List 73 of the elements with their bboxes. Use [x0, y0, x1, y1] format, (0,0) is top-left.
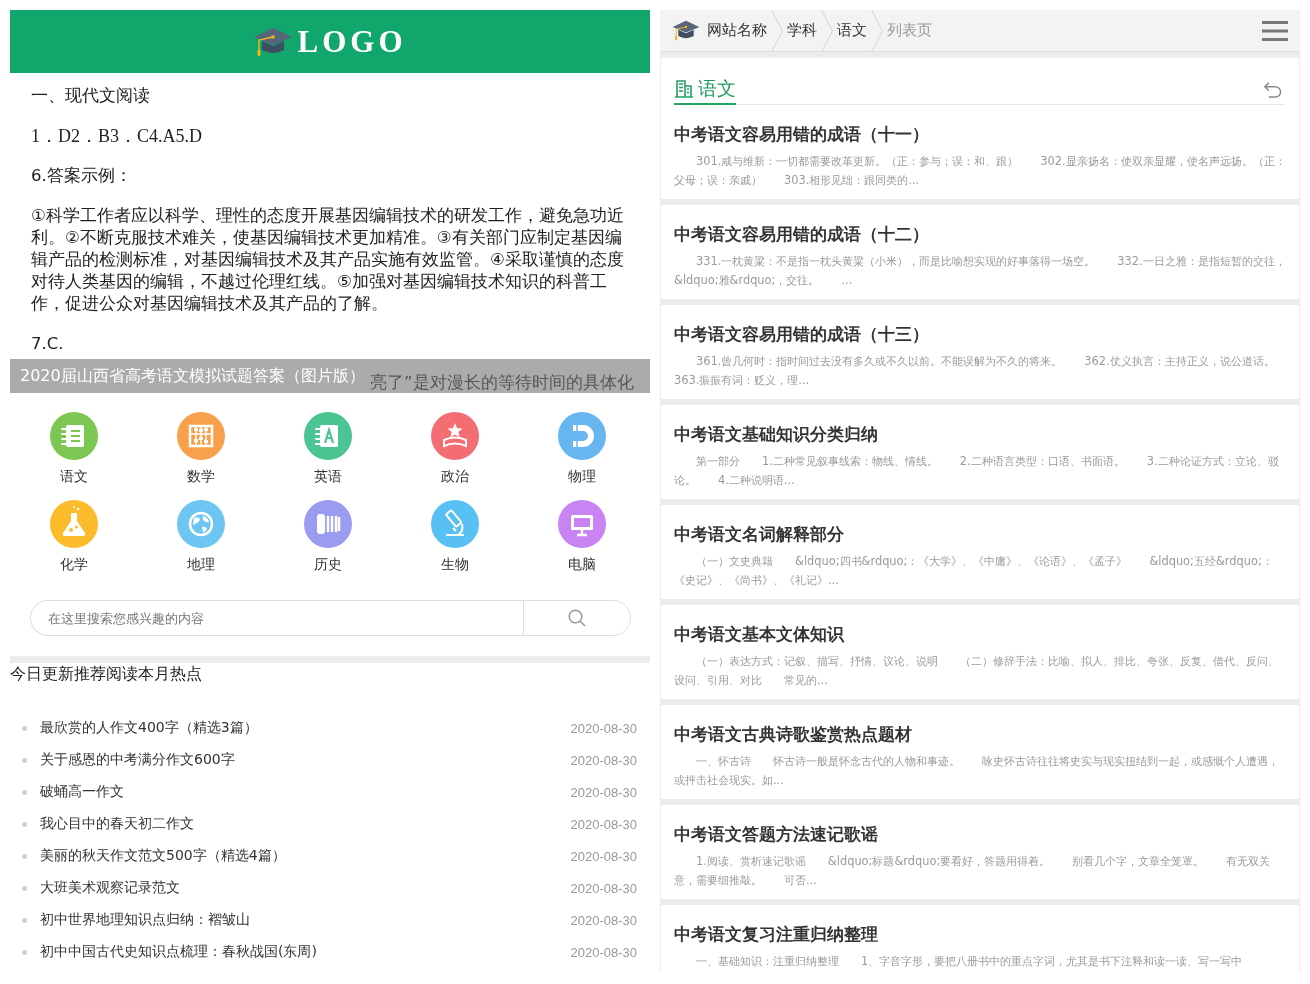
breadcrumb-link[interactable]: 语文	[837, 21, 867, 40]
bullet-icon	[22, 917, 27, 923]
logo-text: LOGO	[297, 23, 407, 60]
bullet-icon	[22, 757, 27, 763]
section-title: 语文	[698, 76, 736, 100]
article-link[interactable]: 我心目中的春天初二作文	[40, 815, 194, 833]
subject-link[interactable]: 数学	[137, 412, 264, 500]
article-link[interactable]: 关于感恩的中考满分作文600字	[40, 751, 235, 769]
date-text: 2020-08-30	[570, 880, 637, 896]
graduation-cap-icon	[672, 20, 700, 41]
date-text: 2020-08-30	[570, 720, 637, 736]
subject-link[interactable]: 生物	[391, 500, 518, 588]
article-excerpt: 331.一枕黄粱：不是指一枕头黄粱（小米），而是比喻想实现的好事落得一场空。 332.一日之雅：是指短暂的交往，&ldquo;雅&rdquo;，交往。 ...	[674, 253, 1287, 289]
document-text: 1．D2．B3．C4.A5.D	[31, 125, 203, 147]
document-text: 亮了”是对漫长的等待时间的具体化	[370, 373, 634, 393]
search-icon	[568, 609, 586, 627]
date-text: 2020-08-30	[570, 784, 637, 800]
breadcrumb-current: 列表页	[887, 21, 932, 40]
article-excerpt: 一、怀古诗 怀古诗一般是怀念古代的人物和事迹。 咏史怀古诗往往将史实与现实扭结到一起，或感慨个人遭遇，或抨击社会现实。如...	[674, 753, 1280, 789]
subject-link[interactable]: 化学	[10, 500, 137, 588]
article-link[interactable]: 初中中国古代史知识点梳理：春秋战国(东周)	[40, 943, 317, 961]
subject-link[interactable]: 历史	[264, 500, 391, 588]
article-link[interactable]: 破蛹高一作文	[40, 783, 124, 801]
subject-link[interactable]: 英语	[264, 412, 391, 500]
document-text: 7.C.	[31, 333, 65, 355]
breadcrumb-link[interactable]: 网站名称	[707, 21, 767, 40]
article-title-link[interactable]: 中考语文基础知识分类归纳	[674, 424, 1289, 446]
subject-link[interactable]: 语文	[10, 412, 137, 500]
bullet-icon	[22, 725, 27, 731]
date-text: 2020-08-30	[570, 912, 637, 928]
article-title-link[interactable]: 中考语文名词解释部分	[674, 524, 1289, 546]
search-input[interactable]: 在这里搜索您感兴趣的内容	[30, 600, 523, 636]
article-title-link[interactable]: 中考语文答题方法速记歌谣	[674, 824, 1289, 846]
building-icon	[674, 78, 694, 98]
date-text: 2020-08-30	[570, 752, 637, 768]
article-title-link[interactable]: 中考语文基本文体知识	[674, 624, 1289, 646]
article-excerpt: 第一部分 1.二种常见叙事线索：物线、情线。 2.二种语言类型：口语、书面语。 3.二种论证方式：立论、驳论。 4.二种说明语...	[674, 453, 1280, 489]
document-text: 一、现代文阅读	[31, 85, 151, 107]
article-link[interactable]: 最欣赏的人作文400字（精选3篇）	[40, 719, 258, 737]
article-link[interactable]: 初中世界地理知识点归纳：褶皱山	[40, 911, 250, 929]
subject-link[interactable]: 电脑	[518, 500, 645, 588]
date-text: 2020-08-30	[570, 816, 637, 832]
document-text: ①科学工作者应以科学、理性的态度开展基因编辑技术的研发工作，避免急功近利。②不断克服技术难关，使基因编辑技术更加精准。③有关部门应制定基因编辑产品的检测标准，对基因编辑技术及其产品实施有效监管。④采取谨慎的态度对待人类基因的编辑，不越过伦理红线。⑤加强对基因编辑技术知识的科普工作，促进公众对基因编辑技术及其产品的了解。	[31, 205, 625, 315]
caption-text: 2020届山西省高考语文模拟试题答案（图片版）	[20, 366, 365, 386]
date-text: 2020-08-30	[570, 944, 637, 960]
article-link[interactable]: 大班美术观察记录范文	[40, 879, 180, 897]
article-title-link[interactable]: 中考语文容易用错的成语（十二）	[674, 224, 1289, 246]
article-title-link[interactable]: 中考语文容易用错的成语（十三）	[674, 324, 1289, 346]
subject-link[interactable]: 物理	[518, 412, 645, 500]
bullet-icon	[22, 885, 27, 891]
date-text: 2020-08-30	[570, 848, 637, 864]
bullet-icon	[22, 789, 27, 795]
bullet-icon	[22, 949, 27, 955]
article-excerpt: （一）表达方式：记叙、描写、抒情、议论、说明 （二）修辞手法：比喻、拟人、排比、夸张、反复、借代、反问、设问、引用、对比 常见的...	[674, 653, 1280, 689]
article-title-link[interactable]: 中考语文古典诗歌鉴赏热点题材	[674, 724, 1289, 746]
article-link[interactable]: 美丽的秋天作文范文500字（精选4篇）	[40, 847, 286, 865]
article-title-link[interactable]: 中考语文复习注重归纳整理	[674, 924, 1289, 946]
article-title-link[interactable]: 中考语文容易用错的成语（十一）	[674, 124, 1289, 146]
article-excerpt: （一）文史典籍 &ldquo;四书&rdquo;：《大学》、《中庸》、《论语》、《孟子》 &ldquo;五经&rdquo;：《史记》、《尚书》、《礼记》...	[674, 553, 1274, 589]
article-excerpt: 一、基础知识：注重归纳整理 1、字音字形，要把八册书中的重点字词，尤其是书下注释和读一读、写一写中	[695, 953, 1244, 970]
breadcrumb-link[interactable]: 学科	[787, 21, 817, 40]
article-excerpt: 361.曾几何时：指时间过去没有多久或不久以前。不能误解为不久的将来。 362.仗义执言：主持正义，说公道话。 363.振振有词：贬义，理...	[674, 353, 1276, 389]
subject-link[interactable]: 地理	[137, 500, 264, 588]
back-arrow-icon[interactable]	[1263, 81, 1283, 99]
graduation-cap-icon	[253, 26, 294, 57]
list-heading: 今日更新推荐阅读本月热点	[10, 663, 203, 685]
article-excerpt: 301.咸与维新：一切都需要改革更新。（正：参与；误：和、跟） 302.显亲扬名：使双亲显耀，使名声远扬。（正：父母；误：亲戚） 303.相形见绌：跟同类的...	[674, 153, 1287, 189]
article-excerpt: 1.阅读、赏析速记歌谣 &ldquo;标题&rdquo;要看好，答题用得着。 别看几个字，文章全笼罩。 有无双关意，需要细推敲。 可否...	[674, 853, 1272, 889]
subject-link[interactable]: 政治	[391, 412, 518, 500]
bullet-icon	[22, 821, 27, 827]
bullet-icon	[22, 853, 27, 859]
menu-icon[interactable]	[1262, 20, 1288, 41]
document-text: 6.答案示例：	[31, 165, 133, 187]
